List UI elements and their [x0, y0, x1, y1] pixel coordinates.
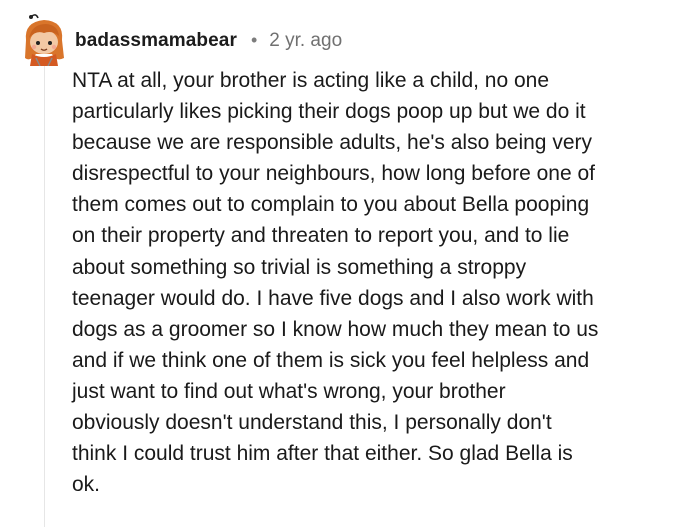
- separator-dot: •: [250, 29, 258, 50]
- comment-body: NTA at all, your brother is acting like …: [72, 69, 599, 497]
- username[interactable]: badassmamabear: [75, 30, 237, 52]
- thread-line[interactable]: [44, 66, 45, 527]
- timestamp[interactable]: 2 yr. ago: [269, 30, 342, 52]
- avatar[interactable]: [22, 14, 68, 67]
- comment-header: badassmamabear • 2 yr. ago: [75, 26, 342, 56]
- comment: badassmamabear • 2 yr. ago NTA at all, y…: [0, 0, 700, 527]
- snoo-avatar-icon: [25, 14, 64, 67]
